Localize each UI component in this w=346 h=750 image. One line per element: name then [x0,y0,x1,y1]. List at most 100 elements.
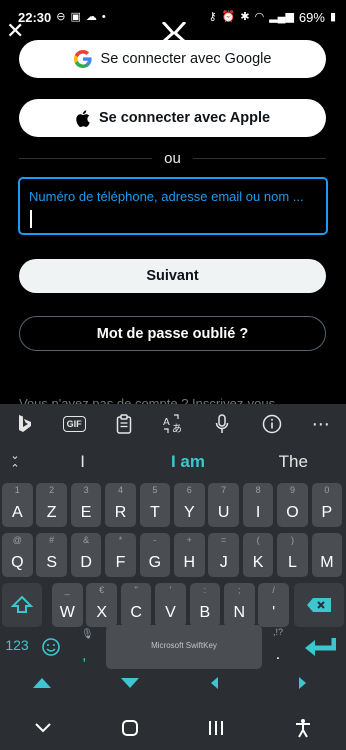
key-i[interactable]: 8I [242,483,274,527]
key-p-label: P [321,504,333,521]
cursor-left-arrow[interactable] [205,676,225,690]
comma-key[interactable]: 🎙, [70,625,100,669]
period-key[interactable]: ,!?. [264,625,292,669]
cursor-up-arrow[interactable] [32,676,52,690]
space-key[interactable]: Microsoft SwiftKey [106,625,262,669]
key-x[interactable]: € X [86,583,117,627]
key-a-label: A [11,504,23,521]
emoji-key[interactable] [36,625,66,669]
google-signin-button[interactable]: Se connecter avec Google [19,40,326,78]
key-u-label: U [217,504,230,521]
accessibility-icon[interactable] [294,718,312,738]
key-z[interactable]: 2Z [36,483,67,527]
key-h[interactable]: + H [174,533,205,577]
recents-icon[interactable] [207,719,225,737]
identifier-input[interactable]: Numéro de téléphone, adresse email ou no… [18,177,328,235]
divider-label: ou [164,150,181,167]
key-s[interactable]: # S [36,533,67,577]
suggestion-bar: ⌄ ⌃ I I am The [0,445,346,479]
shift-key[interactable] [2,583,42,627]
cursor-down-arrow[interactable] [120,676,140,690]
key-l[interactable]: ) L [277,533,308,577]
key-r-label: R [114,504,127,521]
home-icon[interactable] [121,719,139,737]
key-f[interactable]: * F [105,533,136,577]
info-icon[interactable] [255,409,289,439]
suggestion-1[interactable]: I [30,452,135,472]
collapse-toolbar-icon[interactable]: ⌄ ⌃ [0,449,30,475]
key-g-label: G [148,554,162,571]
key-g-hint: - [153,535,157,545]
suggestion-3[interactable]: The [241,452,346,472]
key-m-label: M [320,554,334,571]
key-n[interactable]: ; N [224,583,255,627]
key-n-label: N [233,604,246,621]
identifier-placeholder: Numéro de téléphone, adresse email ou no… [29,189,304,204]
bing-icon[interactable] [8,409,42,439]
key-e[interactable]: 3E [70,483,102,527]
key-g[interactable]: -G [139,533,171,577]
key-v[interactable]: ' V [155,583,186,627]
key-w[interactable]: _ W [52,583,83,627]
backspace-key[interactable] [294,583,344,627]
key-p[interactable]: 0P [311,483,343,527]
battery-percent: 69% [298,9,325,25]
key-z-hint: 2 [49,485,55,495]
key-m[interactable]: M [311,533,343,577]
key-d-label: D [80,554,92,571]
close-icon[interactable]: ✕ [6,20,24,42]
key-apostrophe-label: ' [272,604,276,621]
key-apostrophe-hint: / [272,585,275,595]
key-a[interactable]: 1A [2,483,33,527]
numbers-key[interactable]: 123 [2,625,32,669]
clipboard-icon[interactable] [107,409,141,439]
key-y-hint: 6 [186,485,192,495]
key-e-label: E [80,504,92,521]
svg-text:A: A [163,417,170,428]
enter-key[interactable] [296,625,344,669]
key-o-label: O [286,504,299,521]
key-k[interactable]: (K [242,533,274,577]
dot-icon: • [101,10,106,23]
key-j[interactable]: = J [208,533,239,577]
svg-text:あ: あ [172,423,182,434]
shift-icon [11,595,33,613]
key-r[interactable]: 4R [105,483,136,527]
key-n-hint: ; [238,585,241,595]
key-q[interactable]: @ Q [2,533,33,577]
comma-mic-icon: 🎙 [81,629,94,640]
key-k-label: K [252,554,264,571]
status-right: ⚷ ⏰ ✱ ◠ ▂▄▆ 69% ▮ [209,10,336,25]
key-j-label: J [219,554,228,571]
key-f-label: F [115,554,126,571]
more-icon[interactable]: ⋯ [304,409,338,439]
key-s-label: S [46,554,58,571]
key-apostrophe[interactable]: / ' [258,583,289,627]
key-c[interactable]: " C [120,583,152,627]
key-d[interactable]: & D [70,533,102,577]
key-y[interactable]: 6Y [174,483,205,527]
key-o-hint: 9 [289,485,295,495]
alarm-icon: ⏰ [221,10,236,23]
apple-signin-button[interactable]: Se connecter avec Apple [19,99,326,137]
translate-icon[interactable]: Aあ [156,409,190,439]
key-u[interactable]: 7U [208,483,239,527]
cursor-right-arrow[interactable] [292,676,312,690]
next-button[interactable]: Suivant [19,259,326,293]
navigation-bar [0,706,346,750]
gif-button[interactable]: GIF [57,409,91,439]
key-j-hint: = [221,535,227,545]
hide-keyboard-icon[interactable] [34,722,52,734]
microphone-icon[interactable] [205,409,239,439]
space-key-brand: Microsoft SwiftKey [151,641,217,650]
key-t[interactable]: 5T [139,483,171,527]
gif-label: GIF [62,416,86,432]
key-b[interactable]: :B [189,583,221,627]
suggestion-2[interactable]: I am [135,452,240,472]
forgot-password-button[interactable]: Mot de passe oublié ? [19,316,326,351]
key-o[interactable]: 9O [277,483,308,527]
cloud-icon: ☁ [85,10,97,23]
key-x-hint: € [99,585,105,595]
divider-line-left [19,158,153,159]
key-t-hint: 5 [152,485,158,495]
